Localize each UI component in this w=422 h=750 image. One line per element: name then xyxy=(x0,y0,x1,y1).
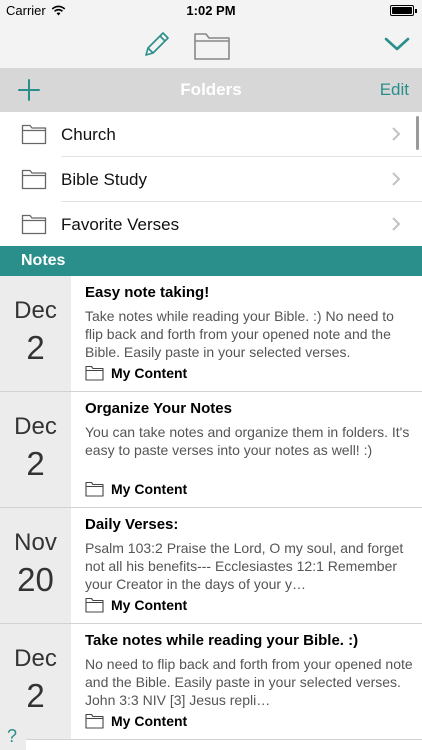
chevron-right-icon xyxy=(392,127,401,141)
note-snippet: Take notes while reading your Bible. :) … xyxy=(85,308,394,360)
note-folder: My Content xyxy=(85,481,187,497)
note-title: Take notes while reading your Bible. :) xyxy=(85,632,359,649)
note-month: Dec xyxy=(14,297,57,324)
note-item[interactable]: Nov 20 Daily Verses: Psalm 103:2 Praise … xyxy=(0,508,422,624)
folder-icon xyxy=(21,214,47,235)
note-folder: My Content xyxy=(85,597,187,613)
note-folder-label: My Content xyxy=(111,597,188,613)
edit-button[interactable]: Edit xyxy=(380,80,409,100)
note-month: Dec xyxy=(14,645,57,672)
folder-item-favorite-verses[interactable]: Favorite Verses xyxy=(0,202,422,247)
folder-icon[interactable] xyxy=(192,28,232,62)
top-toolbar xyxy=(0,22,422,68)
note-date: Dec 2 xyxy=(0,392,71,507)
note-month: Dec xyxy=(14,413,57,440)
folder-item-church[interactable]: Church xyxy=(0,112,422,157)
note-folder-label: My Content xyxy=(111,713,188,729)
folder-item-bible-study[interactable]: Bible Study xyxy=(0,157,422,202)
status-time: 1:02 PM xyxy=(186,3,236,18)
notes-title: Notes xyxy=(21,252,66,269)
note-folder: My Content xyxy=(85,365,187,381)
note-day: 2 xyxy=(26,677,45,714)
battery-level xyxy=(392,7,412,14)
note-body: Daily Verses: Psalm 103:2 Praise the Lor… xyxy=(85,516,414,593)
note-title: Daily Verses: xyxy=(85,516,179,533)
note-body: Organize Your Notes You can take notes a… xyxy=(85,400,414,477)
note-day: 20 xyxy=(17,561,54,598)
folder-label: Bible Study xyxy=(61,170,147,189)
note-body: Take notes while reading your Bible. :) … xyxy=(85,632,414,709)
pencil-icon[interactable] xyxy=(141,28,173,60)
note-snippet: Psalm 103:2 Praise the Lord, O my soul, … xyxy=(85,540,404,592)
help-label: ? xyxy=(7,726,18,746)
folders-header: Folders Edit xyxy=(0,68,422,112)
note-snippet: You can take notes and organize them in … xyxy=(85,424,410,458)
folder-label: Favorite Verses xyxy=(61,215,180,234)
note-item[interactable]: Dec 2 Easy note taking! Take notes while… xyxy=(0,276,422,392)
chevron-down-icon[interactable] xyxy=(384,36,410,52)
folder-icon xyxy=(85,365,104,381)
note-snippet: No need to flip back and forth from your… xyxy=(85,656,413,708)
note-title: Easy note taking! xyxy=(85,284,210,301)
folder-list-scrollbar[interactable] xyxy=(416,116,419,150)
note-day: 2 xyxy=(26,329,45,366)
note-body: Easy note taking! Take notes while readi… xyxy=(85,284,414,361)
folder-icon xyxy=(21,169,47,190)
chevron-right-icon xyxy=(392,217,401,231)
battery-icon xyxy=(390,5,417,16)
folders-title: Folders xyxy=(180,80,242,99)
folder-icon xyxy=(21,124,47,145)
note-folder-label: My Content xyxy=(111,481,188,497)
notes-list: Dec 2 Easy note taking! Take notes while… xyxy=(0,276,422,750)
note-date: Dec 2 xyxy=(0,276,71,391)
note-date: Nov 20 xyxy=(0,508,71,623)
status-bar: Carrier 1:02 PM xyxy=(0,0,422,22)
note-folder: My Content xyxy=(85,713,187,729)
note-item[interactable]: Dec 2 Take notes while reading your Bibl… xyxy=(0,624,422,740)
folder-label: Church xyxy=(61,125,116,144)
note-item[interactable]: Dec 2 Organize Your Notes You can take n… xyxy=(0,392,422,508)
folder-icon xyxy=(85,597,104,613)
note-month: Nov xyxy=(14,529,57,556)
help-button[interactable]: ? xyxy=(0,722,26,750)
chevron-right-icon xyxy=(392,172,401,186)
note-day: 2 xyxy=(26,445,45,482)
folder-icon xyxy=(85,481,104,497)
folder-list: Church Bible Study Favorite Verses xyxy=(0,112,422,246)
notes-header: Notes xyxy=(0,246,422,276)
note-title: Organize Your Notes xyxy=(85,400,232,417)
note-folder-label: My Content xyxy=(111,365,188,381)
folder-icon xyxy=(85,713,104,729)
